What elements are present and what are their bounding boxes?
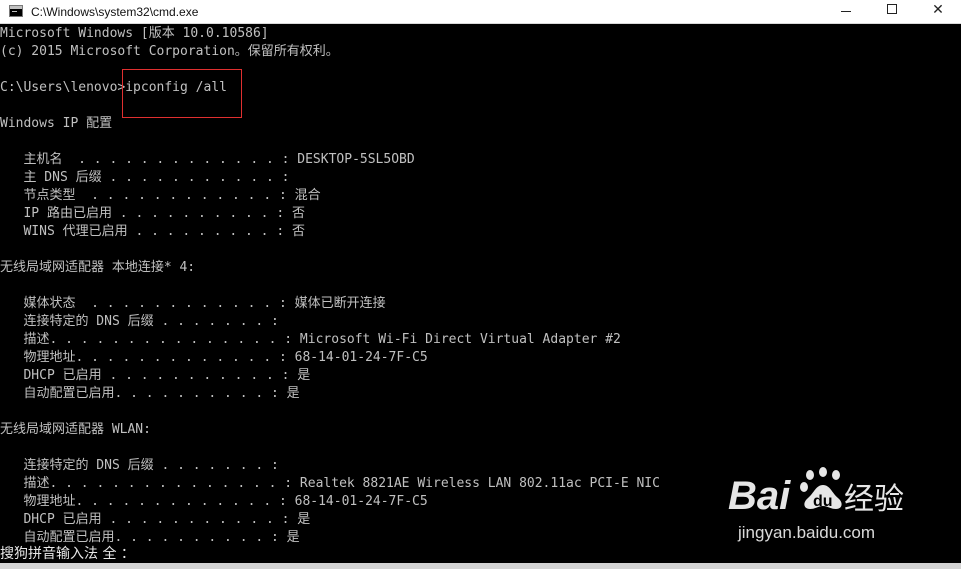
console-line: 自动配置已启用. . . . . . . . . . : 是: [0, 386, 300, 401]
maximize-button[interactable]: [869, 0, 915, 23]
console-line: 描述. . . . . . . . . . . . . . . : Realte…: [0, 476, 660, 491]
console-line: DHCP 已启用 . . . . . . . . . . . : 是: [0, 368, 311, 383]
taskbar-strip: [0, 563, 961, 569]
svg-text:经验: 经验: [844, 482, 904, 517]
window-title: C:\Windows\system32\cmd.exe: [31, 5, 199, 19]
console-line: 主 DNS 后缀 . . . . . . . . . . . :: [0, 170, 290, 185]
console-line: 无线局域网适配器 WLAN:: [0, 422, 151, 437]
console-line: 主机名 . . . . . . . . . . . . . : DESKTOP-…: [0, 152, 415, 167]
console-line: WINS 代理已启用 . . . . . . . . . : 否: [0, 224, 305, 239]
console-line: 无线局域网适配器 本地连接* 4:: [0, 260, 196, 275]
close-button[interactable]: ✕: [915, 0, 961, 23]
svg-text:Bai: Bai: [728, 474, 791, 518]
console-line: 描述. . . . . . . . . . . . . . . : Micros…: [0, 332, 621, 347]
baidu-logo-icon: Bai 经验 du: [728, 467, 904, 518]
console-line: 媒体状态 . . . . . . . . . . . . : 媒体已断开连接: [0, 296, 386, 311]
baidu-jingyan-watermark: Bai 经验 du jingyan.baidu.com: [728, 465, 918, 550]
ime-status-bar[interactable]: 搜狗拼音输入法 全 ：: [0, 545, 139, 563]
minimize-button[interactable]: [823, 0, 869, 23]
console-line: 连接特定的 DNS 后缀 . . . . . . . :: [0, 314, 279, 329]
console-line: Windows IP 配置: [0, 116, 113, 131]
title-bar[interactable]: C:\Windows\system32\cmd.exe ✕: [0, 0, 961, 24]
console-line: 连接特定的 DNS 后缀 . . . . . . . :: [0, 458, 279, 473]
close-icon: ✕: [932, 2, 944, 18]
console-line: 节点类型 . . . . . . . . . . . . : 混合: [0, 188, 321, 203]
console-line: 物理地址. . . . . . . . . . . . . : 68-14-01…: [0, 494, 428, 509]
cmd-app-icon[interactable]: [9, 5, 23, 17]
watermark-site-text: jingyan.baidu.com: [738, 523, 876, 542]
maximize-icon: [887, 4, 897, 14]
console-line: (c) 2015 Microsoft Corporation。保留所有权利。: [0, 44, 339, 59]
minimize-icon: [841, 11, 851, 12]
svg-text:du: du: [813, 493, 833, 510]
console-line: IP 路由已启用 . . . . . . . . . . : 否: [0, 206, 305, 221]
console-line: Microsoft Windows [版本 10.0.10586]: [0, 26, 269, 41]
console-line: 物理地址. . . . . . . . . . . . . : 68-14-01…: [0, 350, 428, 365]
command-highlight-box: [122, 69, 242, 118]
console-line: DHCP 已启用 . . . . . . . . . . . : 是: [0, 512, 311, 527]
cmd-window: C:\Windows\system32\cmd.exe ✕ Microsoft …: [0, 0, 961, 569]
